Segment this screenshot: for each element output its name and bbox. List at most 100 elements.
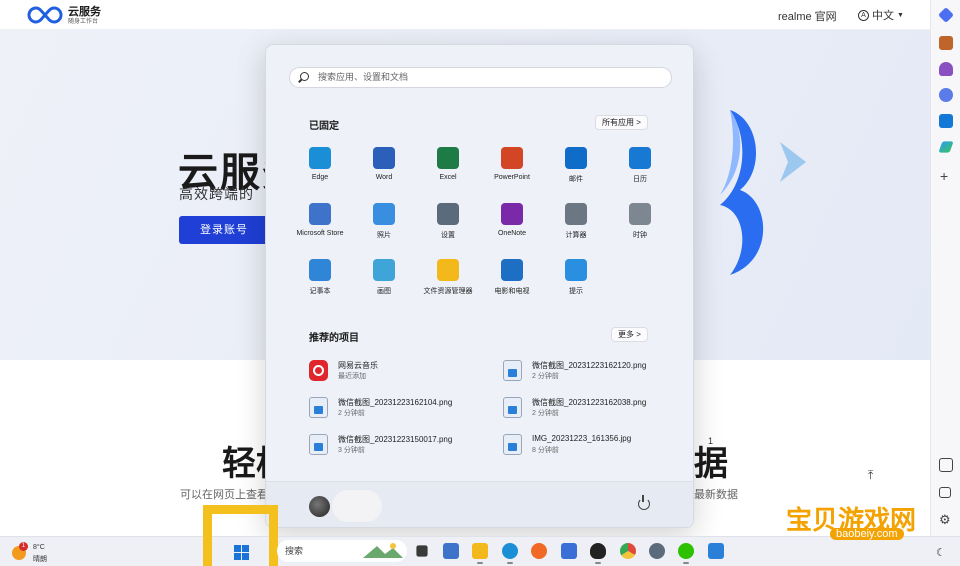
pinned-app[interactable]: 时钟 [608,203,672,240]
taskbar-firefox-icon[interactable] [531,543,547,559]
recommended-title: 推荐的项目 [309,333,359,344]
pinned-app-label: PowerPoint [494,174,530,181]
start-footer [266,481,693,527]
recommended-item[interactable]: 微信截图_20231223162104.png 2 分钟前 [309,395,494,419]
running-indicator [683,562,689,564]
settings-icon [437,203,459,225]
recommended-item-time: 2 分钟前 [532,410,559,417]
weather-badge: 1 [19,542,28,551]
taskbar-explorer-icon[interactable] [472,543,488,559]
taskbar-settings-icon[interactable] [649,543,665,559]
taskbar-qq-icon[interactable] [590,543,606,559]
pinned-app-label: 设置 [441,232,455,239]
weather-condition: 晴朗 [33,556,47,563]
pinned-app-label: Excel [439,174,457,181]
recommended-item-name: IMG_20231223_161356.jpg [532,434,632,443]
pinned-app-label: 计算器 [565,232,587,239]
pinned-app[interactable]: 设置 [416,203,480,240]
search-icon [300,72,309,81]
image-file-icon [309,434,328,455]
photos-icon [373,203,395,225]
pinned-app[interactable]: 日历 [608,147,672,184]
sidebar-toggle-icon[interactable] [939,487,951,498]
more-button[interactable]: 更多 > [611,327,648,342]
pinned-app-label: 邮件 [569,176,583,183]
add-icon[interactable]: + [940,168,948,184]
people-icon[interactable] [939,62,953,76]
power-icon[interactable] [638,495,650,510]
running-indicator [477,562,483,564]
feature-footnote-marker: 1 [708,436,714,446]
recommended-item-time: 2 分钟前 [532,373,559,380]
user-name-blurred [332,490,382,522]
search-highlight-image-icon [363,543,403,558]
login-button[interactable]: 登录账号 [179,216,269,244]
start-search-input[interactable]: 搜索应用、设置和文档 [289,67,672,88]
onenote-icon [501,203,523,225]
outlook-icon[interactable] [939,114,953,128]
calendar-icon [629,147,651,169]
pinned-app[interactable]: Edge [288,147,352,181]
office-icon[interactable] [939,88,953,102]
language-selector[interactable]: A 中文 ▼ [858,7,904,23]
recommended-item-name: 微信截图_20231223162104.png [338,398,453,407]
recommended-item-name: 微信截图_20231223162038.png [532,398,647,407]
pinned-app[interactable]: Microsoft Store [288,203,352,237]
taskbar-store-icon[interactable] [443,543,459,559]
settings-gear-icon[interactable]: ⚙ [939,512,951,528]
recommended-item-time: 2 分钟前 [338,410,365,417]
taskbar-edge-icon[interactable] [502,543,518,559]
taskbar-search[interactable]: 搜索 [277,540,407,562]
feature-subtitle-right: 最新数据 [694,489,738,501]
screenshot-icon[interactable] [939,458,953,472]
pinned-app[interactable]: 计算器 [544,203,608,240]
image-file-icon [503,360,522,381]
pinned-app[interactable]: 邮件 [544,147,608,184]
pinned-app-label: 照片 [377,232,391,239]
recommended-item[interactable]: 网易云音乐 最近添加 [309,358,494,382]
pinned-app-label: Microsoft Store [296,230,344,237]
mail-icon [565,147,587,169]
notification-icon[interactable]: ☾ [936,546,946,559]
pinned-app[interactable]: 画图 [352,259,416,296]
taskbar-wps-icon[interactable] [561,543,577,559]
pinned-app[interactable]: 提示 [544,259,608,296]
recommended-item[interactable]: 微信截图_20231223150017.png 3 分钟前 [309,432,494,456]
windows-start-icon[interactable] [234,545,250,561]
logo-subtitle: 随身工作台 [68,19,99,25]
chevron-right-decoration [780,142,806,182]
powerpoint-icon [501,147,523,169]
site-header: 云服务 随身工作台 realme 官网 A 中文 ▼ [0,0,930,30]
tag-icon[interactable] [938,7,954,23]
recommended-item-time: 最近添加 [338,373,366,380]
cloud-service-logo[interactable] [26,4,64,26]
pinned-app[interactable]: 文件资源管理器 [416,259,480,296]
clock-icon [629,203,651,225]
recommended-item-name: 微信截图_20231223162120.png [532,361,647,370]
taskbar-chrome-icon[interactable] [620,543,636,559]
send-icon[interactable] [938,141,954,153]
all-apps-button[interactable]: 所有应用 > [595,115,648,130]
image-file-icon [503,397,522,418]
user-avatar[interactable] [309,496,330,517]
taskbar-wechat-icon[interactable] [678,543,694,559]
pinned-app[interactable]: 记事本 [288,259,352,296]
pinned-app[interactable]: 电影和电视 [480,259,544,296]
hero-3d-graphic [720,110,764,275]
pinned-title: 已固定 [309,121,339,132]
pinned-app[interactable]: OneNote [480,203,544,237]
recommended-item[interactable]: IMG_20231223_161356.jpg 8 分钟前 [503,432,688,456]
pinned-app[interactable]: PowerPoint [480,147,544,181]
movies-icon [501,259,523,281]
pinned-app[interactable]: 照片 [352,203,416,240]
recommended-item[interactable]: 微信截图_20231223162038.png 2 分钟前 [503,395,688,419]
realme-link[interactable]: realme 官网 [778,8,837,24]
task-view-icon[interactable] [416,545,428,557]
pinned-app[interactable]: Word [352,147,416,181]
taskbar-remote-icon[interactable] [708,543,724,559]
paint-icon [373,259,395,281]
recommended-item[interactable]: 微信截图_20231223162120.png 2 分钟前 [503,358,688,382]
pinned-app[interactable]: Excel [416,147,480,181]
watermark-url: baobeiy.com [830,528,904,540]
briefcase-icon[interactable] [939,36,953,50]
